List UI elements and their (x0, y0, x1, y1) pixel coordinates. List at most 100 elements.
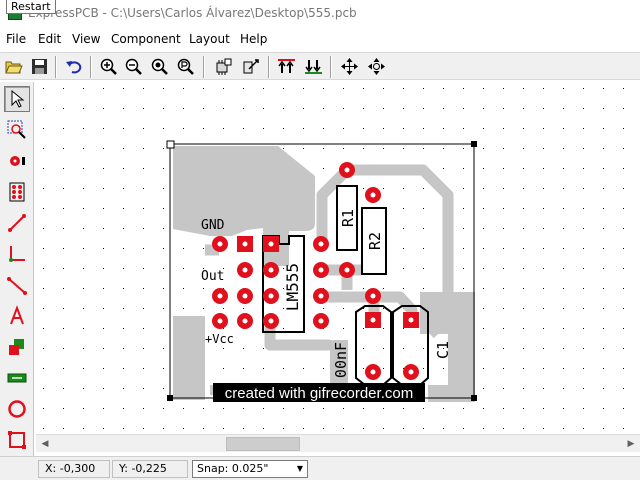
corner-trace-tool-button[interactable] (4, 241, 30, 267)
c-pad[interactable] (365, 312, 381, 328)
outline-handle-bottom-right[interactable] (471, 395, 477, 401)
chevron-down-icon[interactable]: ▼ (293, 461, 307, 477)
pad[interactable] (212, 236, 228, 252)
c1-pad[interactable] (403, 312, 419, 328)
place-component-tool-button[interactable] (4, 179, 30, 205)
scroll-left-arrow-icon[interactable]: ◀ (37, 436, 53, 452)
pad[interactable] (212, 313, 228, 329)
menu-layout[interactable]: Layout (189, 32, 230, 46)
zoom-actual-button[interactable] (174, 55, 197, 78)
zoom-to-fit-button[interactable] (148, 55, 171, 78)
box-tool-button[interactable] (4, 427, 30, 453)
corner-trace-icon (9, 246, 25, 262)
place-pad-tool-button[interactable] (4, 148, 30, 174)
scroll-right-arrow-icon[interactable]: ▶ (623, 436, 639, 452)
zoom-in-button[interactable] (97, 55, 120, 78)
pad[interactable] (212, 288, 228, 304)
save-button[interactable] (28, 55, 51, 78)
r2-pad[interactable] (365, 288, 381, 304)
r2-pad[interactable] (365, 187, 381, 203)
r1-pad[interactable] (339, 262, 355, 278)
ic-pad[interactable] (263, 313, 279, 329)
horizontal-scrollbar[interactable]: ◀ ▶ (36, 434, 640, 452)
pad[interactable] (237, 262, 253, 278)
outline-handle-top-right[interactable] (471, 141, 477, 147)
undo-button[interactable] (62, 55, 85, 78)
expresspcb-window: ExpressPCB - C:\Users\Carlos Álvarez\Des… (0, 0, 640, 480)
pad-icon (10, 156, 25, 166)
ic-pad[interactable] (313, 236, 329, 252)
zoom-in-icon (100, 58, 117, 75)
outline-handle-bottom-left[interactable] (167, 395, 173, 401)
capacitor-value-label: 00nF (332, 342, 350, 378)
rotate-arrows-icon (368, 58, 385, 75)
open-file-button[interactable] (2, 55, 25, 78)
menu-view[interactable]: View (72, 32, 100, 46)
floppy-disk-icon (32, 59, 47, 74)
diagonal-trace-tool-button[interactable] (4, 272, 30, 298)
ic-footprint-icon (9, 182, 25, 202)
text-tool-button[interactable] (4, 303, 30, 329)
watermark-text: created with gifrecorder.com (225, 385, 413, 402)
zoom-page-icon (177, 58, 194, 75)
trace-icon (8, 214, 26, 232)
schematic-link-icon (243, 59, 259, 74)
move-button[interactable] (338, 55, 361, 78)
rotate-button[interactable] (365, 55, 388, 78)
filled-shapes-icon (9, 339, 24, 355)
menu-help[interactable]: Help (240, 32, 267, 46)
ic-pad[interactable] (263, 236, 279, 252)
window-title: ExpressPCB - C:\Users\Carlos Álvarez\Des… (28, 6, 357, 20)
chip-properties-icon (216, 58, 232, 75)
square-outline-icon (8, 431, 26, 449)
bottom-layer-button[interactable] (302, 55, 325, 78)
component-properties-button[interactable] (212, 55, 235, 78)
bottom-layer-icon (305, 60, 322, 74)
ic-pad[interactable] (313, 288, 329, 304)
y-coordinate: Y: -0,225 (112, 460, 188, 478)
ic-pad[interactable] (263, 262, 279, 278)
r2-label: R2 (366, 232, 384, 250)
open-folder-icon (5, 61, 23, 74)
c-pad[interactable] (365, 364, 381, 380)
snap-select[interactable]: Snap: 0.025" ▼ (192, 460, 308, 478)
gnd-label: GND (201, 218, 225, 233)
zoom-fit-icon (151, 58, 168, 75)
ic-pad[interactable] (263, 288, 279, 304)
r1-pad[interactable] (339, 162, 355, 178)
select-tool-button[interactable] (4, 86, 30, 112)
rectangle-tool-button[interactable] (4, 334, 30, 360)
snap-label: Snap: (197, 462, 229, 475)
pad[interactable] (237, 288, 253, 304)
circle-outline-icon (8, 400, 26, 418)
pad[interactable] (237, 313, 253, 329)
toolbar-separator (268, 56, 270, 78)
c1-pad[interactable] (403, 364, 419, 380)
menu-component[interactable]: Component (111, 32, 181, 46)
diagonal-trace-icon (7, 277, 27, 295)
toolbar-separator (203, 56, 205, 78)
green-pcb-icon (7, 373, 27, 383)
menu-file[interactable]: File (6, 32, 26, 46)
pad[interactable] (237, 236, 253, 252)
zoom-out-button[interactable] (122, 55, 145, 78)
out-label: Out (201, 269, 224, 284)
vcc-label: +Vcc (205, 332, 234, 346)
ic-pad[interactable] (313, 262, 329, 278)
status-bar: X: -0,300 Y: -0,225 Snap: 0.025" ▼ (0, 456, 640, 480)
circle-tool-button[interactable] (4, 396, 30, 422)
ic-pad[interactable] (313, 313, 329, 329)
pcb-canvas[interactable]: LM555 R1 R2 00nF C1 GND Out +Vcc created… (36, 82, 640, 432)
zoom-select-tool-button[interactable] (4, 117, 30, 143)
menu-edit[interactable]: Edit (38, 32, 61, 46)
zoom-out-icon (125, 58, 142, 75)
board-outline-tool-button[interactable] (4, 365, 30, 391)
x-coordinate: X: -0,300 (38, 460, 110, 478)
top-layer-button[interactable] (275, 55, 298, 78)
scroll-thumb[interactable] (226, 437, 300, 451)
schematic-link-button[interactable] (240, 55, 263, 78)
snap-value: 0.025" (231, 462, 269, 475)
trace-tool-button[interactable] (4, 210, 30, 236)
pcb-drawing: LM555 R1 R2 00nF C1 GND Out +Vcc created… (36, 82, 640, 432)
outline-handle-top-left[interactable] (166, 140, 175, 149)
